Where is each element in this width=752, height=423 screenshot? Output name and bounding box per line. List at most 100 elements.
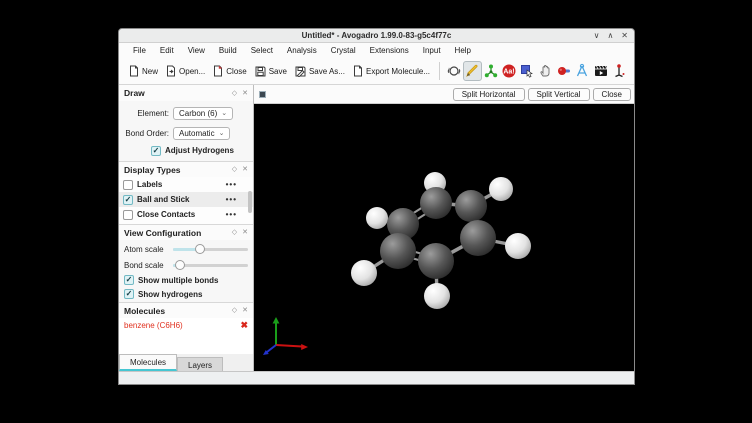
close-icon[interactable]: ✕	[621, 32, 628, 40]
split-horizontal-button[interactable]: Split Horizontal	[453, 88, 525, 101]
menu-bar: File Edit View Build Select Analysis Cry…	[119, 43, 634, 58]
new-button[interactable]: New	[125, 62, 162, 80]
carbon-atom[interactable]	[460, 220, 496, 256]
atom-scale-slider-handle[interactable]	[195, 244, 205, 254]
bond-scale-slider-handle[interactable]	[175, 260, 185, 270]
bond-order-dropdown[interactable]: Automatic ⌄	[173, 127, 230, 140]
hydrogen-atom[interactable]	[505, 233, 531, 259]
molecule-name: benzene (C6H6)	[124, 321, 240, 330]
align-template-tool-button[interactable]	[573, 61, 591, 81]
float-panel-icon[interactable]: ◇	[232, 90, 237, 97]
export-molecule-button[interactable]: Export Molecule...	[349, 62, 434, 80]
new-document-icon	[129, 65, 139, 77]
tab-layers[interactable]: Layers	[177, 357, 223, 371]
adjust-hydrogens-checkbox[interactable]	[151, 146, 161, 156]
bond-scale-slider[interactable]	[173, 260, 248, 270]
template-molecule-tool-button[interactable]	[482, 61, 500, 81]
avogadro-window: Untitled* - Avogadro 1.99.0-83-g5c4f77c …	[118, 28, 635, 385]
menu-help[interactable]: Help	[449, 44, 477, 57]
active-view-indicator-icon	[259, 91, 266, 98]
close-panel-icon[interactable]: ✕	[242, 166, 248, 173]
molecule-list-item[interactable]: benzene (C6H6) ✖	[119, 318, 253, 332]
ball-and-stick-checkbox[interactable]	[123, 195, 133, 205]
draw-panel-header: Draw ◇ ✕	[119, 85, 253, 101]
menu-input[interactable]: Input	[417, 44, 447, 57]
navigate-tool-button[interactable]	[445, 61, 463, 81]
gl-canvas[interactable]	[254, 104, 634, 371]
label-tool-button[interactable]: Aa!	[500, 61, 518, 81]
adjust-hydrogens-row: Adjust Hydrogens	[123, 143, 249, 158]
carbon-atom[interactable]	[455, 190, 487, 222]
float-panel-icon[interactable]: ◇	[232, 229, 237, 236]
molecules-panel-header: Molecules ◇ ✕	[119, 302, 253, 318]
menu-build[interactable]: Build	[213, 44, 243, 57]
selection-tool-button[interactable]	[518, 61, 536, 81]
menu-analysis[interactable]: Analysis	[281, 44, 323, 57]
menu-file[interactable]: File	[127, 44, 152, 57]
menu-select[interactable]: Select	[245, 44, 279, 57]
hydrogen-atom[interactable]	[366, 207, 388, 229]
label-icon: Aa!	[501, 63, 517, 79]
display-type-row-partial	[119, 222, 253, 224]
show-hydrogens-row: Show hydrogens	[124, 287, 248, 301]
status-bar	[119, 371, 634, 384]
menu-extensions[interactable]: Extensions	[364, 44, 415, 57]
template-molecule-icon	[483, 63, 499, 79]
dock-tab-bar: Molecules Layers	[119, 354, 253, 371]
carbon-atom[interactable]	[420, 187, 452, 219]
element-dropdown[interactable]: Carbon (6) ⌄	[173, 107, 233, 120]
animation-tool-button[interactable]	[591, 61, 609, 81]
close-file-button[interactable]: Close	[209, 62, 250, 80]
atom-scale-slider[interactable]	[173, 244, 248, 254]
svg-text:Aa!: Aa!	[503, 69, 514, 76]
float-panel-icon[interactable]: ◇	[232, 166, 237, 173]
manipulate-tool-button[interactable]	[537, 61, 555, 81]
open-document-icon	[166, 65, 176, 77]
close-contacts-checkbox[interactable]	[123, 210, 133, 220]
display-type-row-close-contacts[interactable]: Close Contacts •••	[119, 207, 253, 222]
save-floppy-icon	[255, 66, 266, 77]
draw-tool-button[interactable]	[463, 61, 481, 81]
axes-tool-button[interactable]	[610, 61, 628, 81]
float-panel-icon[interactable]: ◇	[232, 307, 237, 314]
hydrogen-atom[interactable]	[424, 283, 450, 309]
labels-checkbox[interactable]	[123, 180, 133, 190]
minimize-icon[interactable]: ∨	[594, 32, 600, 40]
display-types-scrollbar[interactable]	[248, 191, 252, 213]
open-button[interactable]: Open...	[162, 62, 209, 80]
delete-molecule-icon[interactable]: ✖	[240, 321, 248, 330]
close-panel-icon[interactable]: ✕	[242, 229, 248, 236]
close-panel-icon[interactable]: ✕	[242, 307, 248, 314]
carbon-atom[interactable]	[380, 233, 416, 269]
hydrogen-atom[interactable]	[351, 260, 377, 286]
menu-view[interactable]: View	[182, 44, 211, 57]
close-document-icon	[213, 65, 223, 77]
clapperboard-icon	[593, 63, 609, 79]
display-type-row-labels[interactable]: Labels •••	[119, 177, 253, 192]
display-type-row-ball-and-stick[interactable]: Ball and Stick •••	[119, 192, 253, 207]
bond-order-label: Bond Order:	[123, 129, 173, 138]
show-multiple-bonds-checkbox[interactable]	[124, 275, 134, 285]
tab-molecules[interactable]: Molecules	[119, 354, 177, 371]
hydrogen-atom[interactable]	[489, 177, 513, 201]
close-contacts-settings-button[interactable]: •••	[226, 210, 237, 219]
close-view-button[interactable]: Close	[593, 88, 631, 101]
save-button[interactable]: Save	[251, 63, 291, 80]
chevron-down-icon: ⌄	[221, 109, 227, 117]
main-toolbar: New Open... Close Save Save As... Export…	[119, 58, 634, 85]
show-hydrogens-checkbox[interactable]	[124, 289, 134, 299]
menu-crystal[interactable]: Crystal	[325, 44, 362, 57]
draw-panel-body: Element: Carbon (6) ⌄ Bond Order: Automa…	[119, 101, 253, 161]
menu-edit[interactable]: Edit	[154, 44, 180, 57]
split-vertical-button[interactable]: Split Vertical	[528, 88, 590, 101]
ball-and-stick-settings-button[interactable]: •••	[226, 195, 237, 204]
close-panel-icon[interactable]: ✕	[242, 90, 248, 97]
title-bar[interactable]: Untitled* - Avogadro 1.99.0-83-g5c4f77c …	[119, 29, 634, 43]
measure-tool-button[interactable]	[555, 61, 573, 81]
maximize-icon[interactable]: ∧	[607, 32, 613, 40]
labels-settings-button[interactable]: •••	[226, 180, 237, 189]
save-as-button[interactable]: Save As...	[291, 63, 349, 80]
carbon-atom[interactable]	[418, 243, 454, 279]
display-types-list: Labels ••• Ball and Stick ••• Close Cont…	[119, 177, 253, 224]
bond-scale-label: Bond scale	[124, 261, 168, 270]
